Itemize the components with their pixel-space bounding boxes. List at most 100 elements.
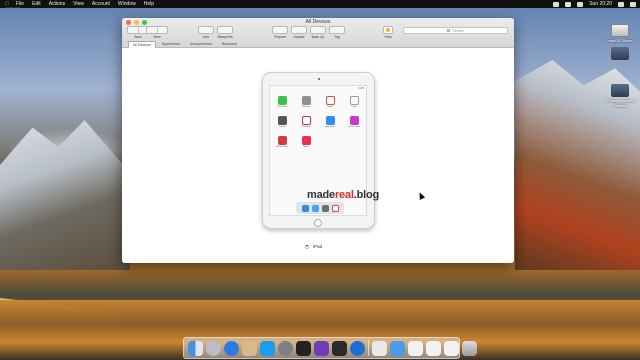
prepare-button[interactable]: Prepare — [272, 26, 288, 39]
wallpaper-mountain-left — [0, 120, 130, 270]
watermark-tail: .blog — [353, 189, 379, 201]
app-label: Music — [303, 146, 309, 148]
app-label: App Store — [325, 126, 335, 128]
disk-image-icon — [611, 24, 629, 37]
app-itunes-store: iTunes Store — [345, 116, 363, 128]
backup-icon — [310, 26, 326, 34]
ipad-dock — [296, 202, 344, 214]
ipad-camera — [318, 78, 320, 80]
hard-drive-icon — [611, 47, 629, 60]
app-label: News — [327, 106, 333, 108]
app-podcasts: Podcasts — [297, 116, 315, 128]
add-button[interactable]: Add — [198, 26, 214, 39]
watermark-accent: real — [334, 189, 354, 201]
search-icon — [447, 29, 451, 32]
add-label: Add — [202, 35, 210, 39]
mail-icon — [311, 204, 319, 212]
photo-booth-icon — [277, 136, 287, 145]
spotlight-icon[interactable] — [618, 1, 624, 7]
camera-icon — [321, 204, 329, 212]
safari-icon[interactable] — [224, 340, 239, 356]
clock-icon — [349, 96, 359, 105]
dock-separator — [368, 340, 369, 356]
document-stack-icon[interactable] — [444, 340, 459, 356]
display-icon[interactable] — [553, 1, 560, 7]
menu-help[interactable]: Help — [144, 0, 154, 8]
notification-center-icon[interactable] — [630, 1, 636, 7]
help-button[interactable]: Help — [383, 26, 393, 39]
desktop-icon-label: macOS Sierra — [607, 38, 633, 43]
app-label: iTunes Store — [347, 126, 361, 128]
app-store-icon — [325, 116, 335, 125]
safari-icon — [301, 204, 309, 212]
prepare-label: Prepare — [273, 35, 287, 39]
update-button[interactable]: Update — [291, 26, 307, 39]
prepare-icon — [272, 26, 288, 34]
trash-icon[interactable] — [462, 340, 477, 356]
document-stack-icon[interactable] — [426, 340, 441, 356]
view-button[interactable]: View — [146, 26, 168, 39]
app-settings: Settings — [297, 96, 315, 108]
volume-icon[interactable] — [577, 1, 584, 7]
backup-label: Back Up — [311, 35, 325, 39]
menu-clock[interactable]: Sun 20:20 — [589, 0, 612, 8]
app-label: Podcasts — [301, 126, 311, 128]
help-label: Help — [384, 35, 392, 39]
progress-spinner-icon — [305, 244, 309, 249]
app-camera: Camera — [273, 116, 291, 128]
star-icon — [349, 116, 359, 125]
view-label: View — [153, 35, 161, 39]
blueprints-label: Blueprints — [217, 35, 233, 39]
macos-dock — [183, 337, 477, 359]
search-input[interactable]: Search — [403, 27, 508, 34]
news-icon — [325, 96, 335, 105]
ipad-screen: 11:29 FaceTime Settings News Clock Camer… — [269, 85, 379, 216]
news-icon — [331, 204, 339, 212]
device-status: iPad — [305, 244, 322, 249]
console-icon[interactable] — [332, 340, 347, 356]
menu-bar:  Apple Configurator 2 File Edit Actions… — [0, 0, 640, 9]
app-clock: Clock — [345, 96, 363, 108]
desktop-icon-vmware-shared-folders[interactable]: VMware Shared Folders — [602, 84, 638, 108]
menu-actions[interactable]: Actions — [49, 0, 65, 8]
watermark-text: madereal.blog — [307, 189, 379, 201]
window-titlebar[interactable]: All Devices Back View Add Blueprints Pre… — [122, 18, 514, 49]
blueprints-button[interactable]: Blueprints — [217, 26, 233, 39]
podcasts-icon — [301, 116, 311, 125]
view-mode-icon — [146, 26, 168, 34]
menu-edit[interactable]: Edit — [32, 0, 41, 8]
music-icon — [301, 136, 311, 145]
system-preferences-icon[interactable] — [278, 340, 293, 356]
desktop-icon-macos-sierra[interactable]: macOS Sierra — [602, 24, 638, 43]
app-label: Clock — [351, 106, 357, 108]
menu-window[interactable]: Window — [118, 0, 136, 8]
tag-button[interactable]: Tag — [329, 26, 345, 39]
update-label: Update — [293, 35, 305, 39]
menu-app-name[interactable]: Apple Configurator 2 — [4, 0, 22, 12]
network-drive-icon — [611, 84, 629, 97]
document-stack-icon[interactable] — [408, 340, 423, 356]
contacts-icon[interactable] — [242, 340, 257, 356]
downloads-stack-icon[interactable] — [372, 340, 387, 356]
folder-icon[interactable] — [390, 340, 405, 356]
update-icon — [291, 26, 307, 34]
terminal-icon[interactable] — [296, 340, 311, 356]
app-label: Camera — [278, 126, 286, 128]
app-label: FaceTime — [277, 106, 287, 108]
menu-view[interactable]: View — [73, 0, 84, 8]
plus-icon — [198, 26, 214, 34]
desktop-icon-label: VMware Shared Folders — [605, 98, 635, 108]
wifi-icon[interactable] — [565, 1, 572, 7]
finder-icon[interactable] — [188, 340, 203, 356]
activity-monitor-icon[interactable] — [314, 340, 329, 356]
backup-button[interactable]: Back Up — [310, 26, 326, 39]
menu-account[interactable]: Account — [92, 0, 110, 8]
app-store-icon[interactable] — [260, 340, 275, 356]
app-label: Photo Booth — [275, 146, 289, 148]
desktop-icon-hard-drive[interactable] — [602, 47, 638, 61]
camera-icon — [277, 116, 287, 125]
apple-configurator-icon[interactable] — [350, 340, 365, 356]
search-placeholder: Search — [452, 28, 464, 33]
ipad-device-tile[interactable]: 11:29 FaceTime Settings News Clock Camer… — [262, 72, 379, 229]
launchpad-icon[interactable] — [206, 340, 221, 356]
